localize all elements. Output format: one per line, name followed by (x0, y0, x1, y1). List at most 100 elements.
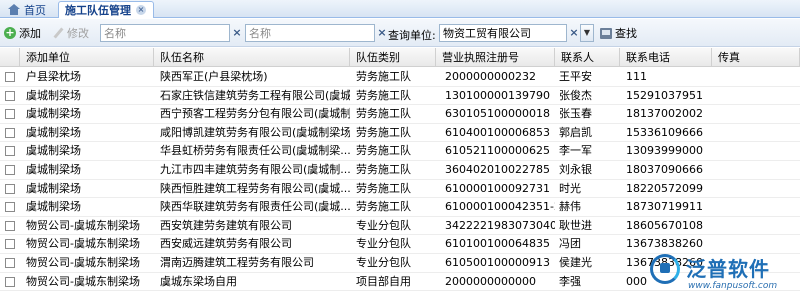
row-checkbox[interactable] (5, 258, 15, 268)
cell-phone: 13093999000 (626, 144, 703, 158)
pencil-icon (52, 27, 64, 39)
cell-contact: 刘永银 (559, 163, 592, 176)
cell-license-no: 610000100042351-2 (445, 200, 555, 214)
header-unit[interactable]: 添加单位 (20, 48, 154, 67)
cell-fax (712, 68, 800, 86)
query-unit-input[interactable] (440, 25, 566, 41)
table-row[interactable]: 虞城制梁场 九江市四丰建筑劳务有限公司(虞城制... 劳务施工队 3604020100… (0, 161, 800, 180)
cell-team-type: 专业分包队 (356, 218, 411, 232)
row-checkbox[interactable] (5, 165, 15, 175)
cell-unit: 虞城制梁场 (26, 163, 81, 176)
cell-fax (712, 87, 800, 105)
row-checkbox[interactable] (5, 202, 15, 213)
cell-team-name: 西宁预客工程劳务分包有限公司(虞城制... (160, 107, 350, 121)
row-checkbox[interactable] (5, 72, 15, 82)
header-fax[interactable]: 传真 (712, 48, 800, 67)
cell-phone: 18037090666 (626, 163, 703, 176)
cell-phone: 111 (626, 70, 647, 83)
cell-license-no: 610000100092731 (445, 181, 550, 195)
row-checkbox[interactable] (5, 109, 15, 120)
cell-unit: 物贸公司-虞城东制梁场 (26, 256, 140, 269)
toolbar: + 添加 修改 × × 查询单位: × ▼ 查找 (0, 19, 800, 47)
cell-license-no: 360402010022785 (445, 163, 550, 176)
cell-license-no: 610100100064835 (445, 237, 550, 251)
header-team-name[interactable]: 队伍名称 (154, 48, 350, 67)
cell-team-type: 劳务施工队 (356, 144, 411, 158)
cell-team-type: 劳务施工队 (356, 70, 411, 83)
cell-contact: 冯团 (559, 237, 581, 251)
cell-license-no: 610400100006853 (445, 125, 550, 139)
row-checkbox[interactable] (5, 183, 15, 194)
table-row[interactable]: 物贸公司-虞城东制梁场 西安筑建劳务建筑有限公司 专业分包队 342222198307… (0, 217, 800, 236)
cell-unit: 虞城制梁场 (26, 107, 81, 121)
clear-icon[interactable]: × (231, 26, 243, 40)
cell-license-no: 610521100000625 (445, 144, 550, 158)
row-checkbox[interactable] (5, 220, 15, 231)
cell-unit: 户县梁枕场 (26, 70, 81, 83)
unit-name-input[interactable] (101, 25, 229, 41)
row-checkbox[interactable] (5, 146, 15, 157)
row-checkbox[interactable] (5, 239, 15, 250)
cell-unit: 虞城制梁场 (26, 144, 81, 158)
cell-team-type: 劳务施工队 (356, 107, 411, 121)
cell-fax (712, 161, 800, 179)
cell-fax (712, 124, 800, 142)
cell-team-name: 华县虹桥劳务有限责任公司(虞城制梁... (160, 144, 350, 158)
fanpu-logo-icon (650, 254, 680, 284)
watermark-name: 泛普软件 (686, 257, 770, 281)
chevron-down-icon[interactable]: ▼ (580, 24, 594, 42)
clear-icon[interactable]: × (568, 26, 580, 40)
header-contact[interactable]: 联系人 (555, 48, 620, 67)
home-icon (8, 4, 20, 15)
table-row[interactable]: 虞城制梁场 咸阳博凯建筑劳务有限公司(虞城制梁场) 劳务施工队 61040010000… (0, 124, 800, 143)
table-row[interactable]: 虞城制梁场 华县虹桥劳务有限责任公司(虞城制梁... 劳务施工队 6105211000… (0, 142, 800, 161)
plus-icon: + (4, 26, 16, 39)
row-checkbox[interactable] (5, 276, 15, 287)
cell-unit: 物贸公司-虞城东制梁场 (26, 237, 140, 251)
cell-unit: 虞城制梁场 (26, 125, 81, 139)
team-name-input[interactable] (246, 25, 374, 41)
tab-home-label: 首页 (24, 3, 46, 17)
cell-unit: 虞城制梁场 (26, 88, 81, 102)
row-checkbox[interactable] (5, 127, 15, 138)
cell-contact: 李强 (559, 274, 581, 288)
header-team-type[interactable]: 队伍类别 (350, 48, 436, 67)
cell-contact: 郭启凯 (559, 125, 592, 139)
header-phone[interactable]: 联系电话 (620, 48, 712, 67)
table-row[interactable]: 户县梁枕场 陕西军正(户县梁枕场) 劳务施工队 2000000000232 王平安 111 (0, 68, 800, 87)
table-header: 添加单位 队伍名称 队伍类别 营业执照注册号 联系人 联系电话 传真 (0, 48, 800, 67)
tab-team-management[interactable]: 施工队伍管理 × (58, 1, 154, 18)
row-checkbox[interactable] (5, 90, 15, 101)
query-unit-label: 查询单位: (388, 29, 436, 42)
tab-team-management-label: 施工队伍管理 (65, 4, 131, 17)
tab-bar: 首页 施工队伍管理 × (0, 0, 800, 18)
cell-phone: 18605670108 (626, 218, 703, 232)
table-row[interactable]: 虞城制梁场 石家庄铁信建筑劳务工程有限公司(虞城... 劳务施工队 130100000… (0, 87, 800, 106)
cell-phone: 15291037951 (626, 88, 703, 102)
table-row[interactable]: 虞城制梁场 西宁预客工程劳务分包有限公司(虞城制... 劳务施工队 630105100… (0, 105, 800, 124)
cell-license-no: 2000000000232 (445, 70, 536, 83)
cell-team-name: 九江市四丰建筑劳务有限公司(虞城制... (160, 163, 350, 176)
table-row[interactable]: 虞城制梁场 陕西华联建筑劳务有限责任公司(虞城... 劳务施工队 6100001000… (0, 198, 800, 217)
cell-fax (712, 105, 800, 123)
clear-icon[interactable]: × (376, 26, 388, 40)
cell-license-no: 2000000000000 (445, 274, 536, 288)
query-unit-input-wrap (439, 24, 567, 42)
cell-unit: 虞城制梁场 (26, 200, 81, 214)
cell-team-type: 专业分包队 (356, 256, 411, 269)
cell-unit: 物贸公司-虞城东制梁场 (26, 218, 140, 232)
add-button[interactable]: + 添加 (4, 25, 41, 41)
cell-contact: 耿世进 (559, 218, 592, 232)
search-button[interactable]: 查找 (600, 25, 637, 41)
tab-home[interactable]: 首页 (2, 1, 54, 18)
cell-fax (712, 198, 800, 216)
cell-contact: 张俊杰 (559, 88, 592, 102)
header-checkbox-col (0, 48, 20, 67)
cell-team-type: 项目部自用 (356, 274, 411, 288)
table-row[interactable]: 虞城制梁场 陕西恒胜建筑工程劳务有限公司(虞城... 劳务施工队 6100001000… (0, 180, 800, 199)
edit-button[interactable]: 修改 (52, 25, 89, 41)
cell-team-name: 西安筑建劳务建筑有限公司 (160, 218, 292, 232)
header-license-no[interactable]: 营业执照注册号 (436, 48, 555, 67)
cell-team-name: 陕西华联建筑劳务有限责任公司(虞城... (160, 200, 350, 214)
close-icon[interactable]: × (136, 5, 146, 15)
